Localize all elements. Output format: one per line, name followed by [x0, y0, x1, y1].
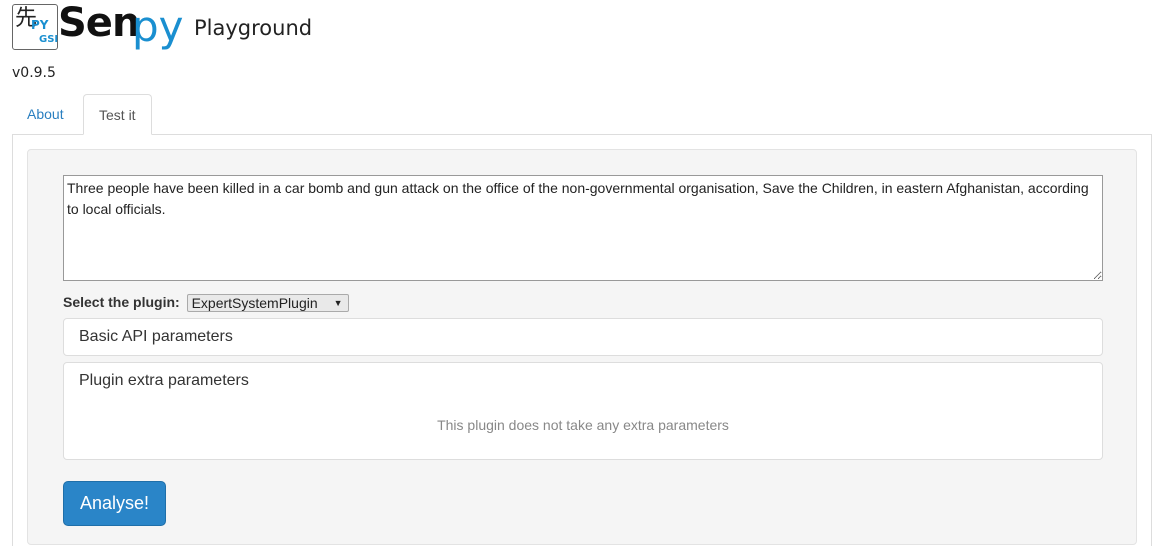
tab-content: Three people have been killed in a car b…	[12, 135, 1152, 546]
tab-about[interactable]: About	[12, 94, 79, 134]
plugin-select-label: Select the plugin:	[63, 294, 180, 310]
extra-parameters-title[interactable]: Plugin extra parameters	[79, 372, 249, 390]
version-label: v0.9.5	[12, 65, 56, 81]
analyse-button[interactable]: Analyse!	[63, 481, 166, 526]
extra-parameters-panel: Plugin extra parameters This plugin does…	[63, 362, 1103, 460]
plugin-select[interactable]: ExpertSystemPlugin ▼	[186, 294, 349, 313]
plugin-select-value: ExpertSystemPlugin	[191, 295, 318, 312]
tab-bar: About Test it	[12, 94, 1152, 135]
chevron-down-icon: ▼	[333, 298, 343, 309]
logo-py: PY	[31, 18, 49, 32]
extra-parameters-note: This plugin does not take any extra para…	[437, 417, 729, 433]
tab-test-it[interactable]: Test it	[83, 94, 152, 135]
brand-sen: Sen	[58, 0, 140, 46]
logo-gsi: GSI	[39, 34, 59, 45]
plugin-selector-row: Select the plugin: ExpertSystemPlugin ▼	[63, 292, 349, 313]
senpy-logo-icon: 先 PY GSI	[12, 4, 58, 50]
basic-parameters-panel[interactable]: Basic API parameters	[63, 318, 1103, 356]
basic-parameters-title[interactable]: Basic API parameters	[79, 328, 233, 346]
form-well: Three people have been killed in a car b…	[27, 149, 1137, 545]
brand-py: py	[132, 2, 184, 51]
app-header: 先 PY GSI Sen py Playground	[12, 0, 332, 56]
input-textarea[interactable]: Three people have been killed in a car b…	[63, 175, 1103, 281]
brand-subtitle: Playground	[194, 16, 313, 40]
